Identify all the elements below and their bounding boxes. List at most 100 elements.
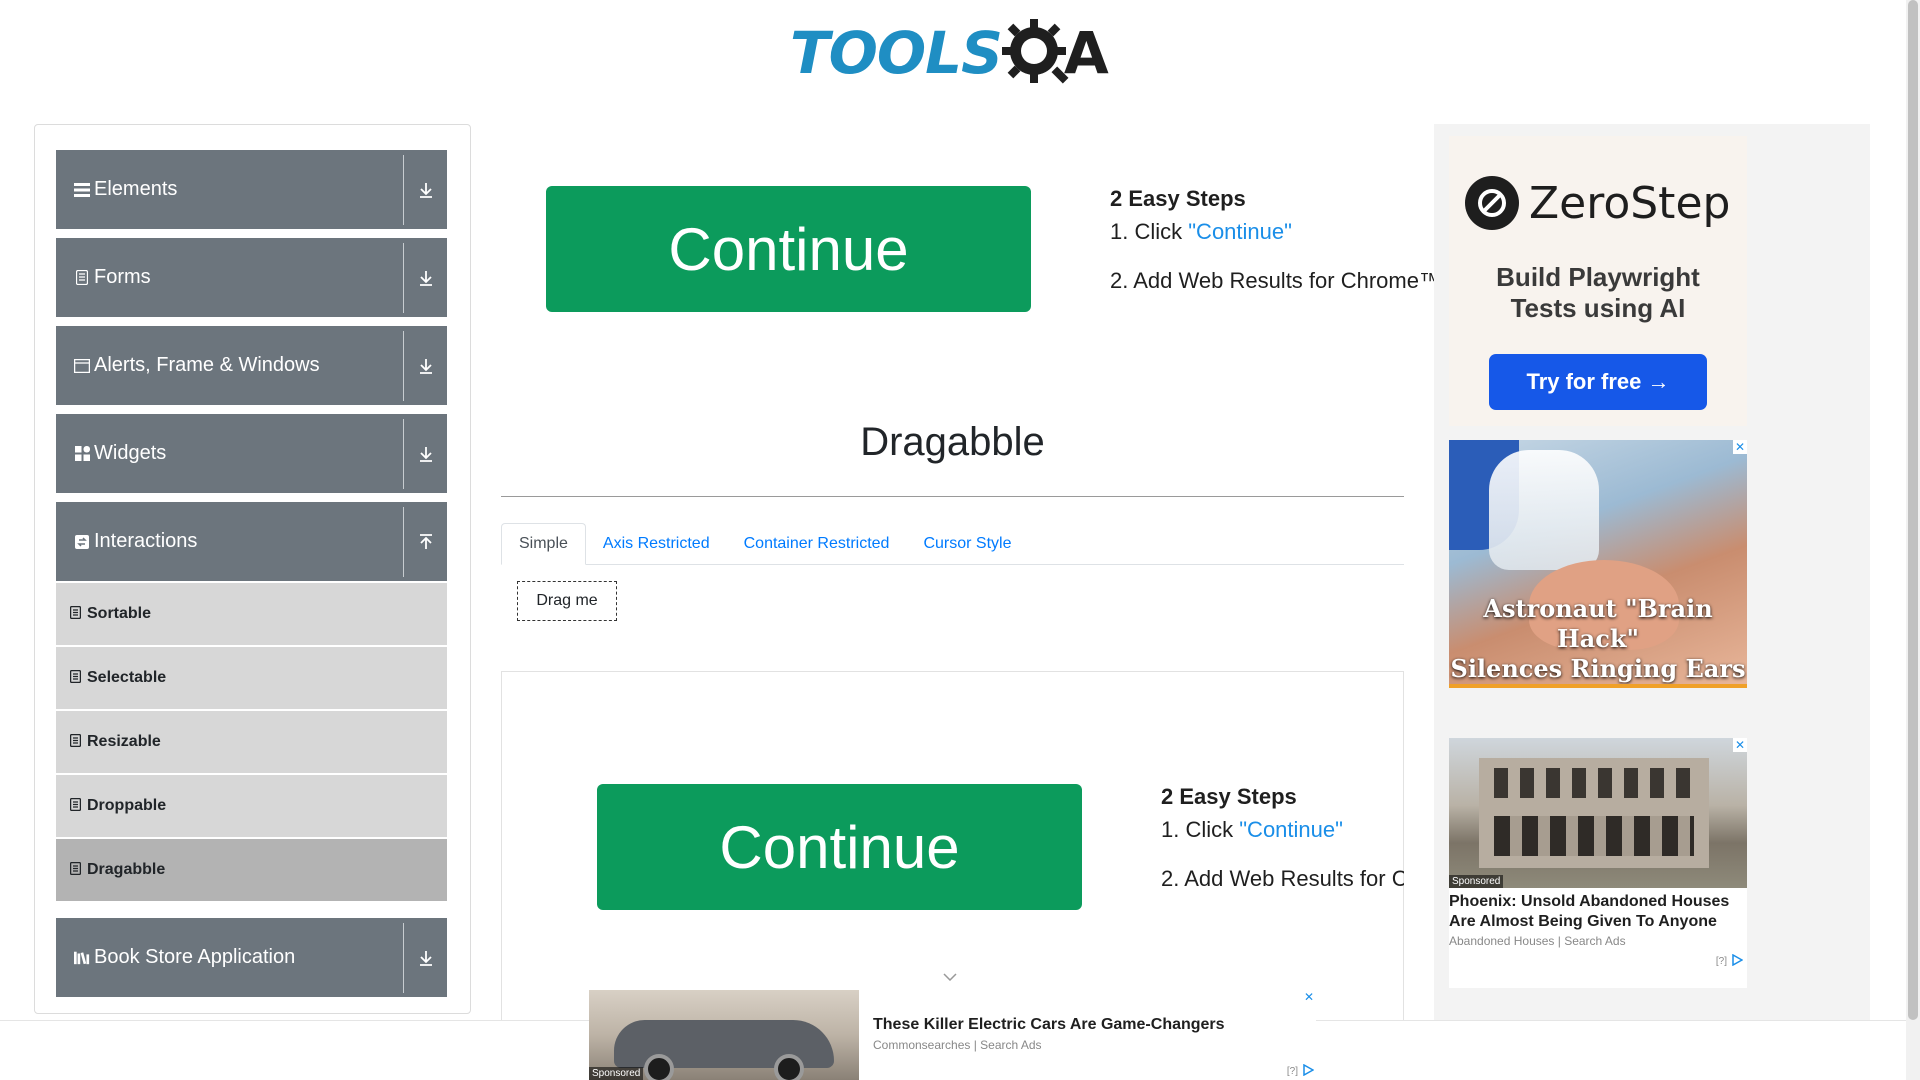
adchoices-label: [?]: [1286, 1066, 1298, 1077]
sidebar-item-label: Droppable: [87, 797, 167, 814]
ad-source: Commonsearches | Search Ads: [873, 1038, 1042, 1052]
ad-headline[interactable]: Phoenix: Unsold Abandoned Houses Are Alm…: [1449, 892, 1747, 932]
zerostep-logo: ZeroStep: [1465, 176, 1730, 230]
expand-down-icon[interactable]: [404, 446, 447, 462]
tab-axis-restricted[interactable]: Axis Restricted: [586, 523, 727, 565]
sidebar-group-label: Widgets: [94, 442, 167, 464]
adchoices[interactable]: [?]: [1715, 953, 1744, 969]
ad-step-1-text: 1. Click: [1110, 219, 1189, 244]
ad-continue-link[interactable]: "Continue": [1188, 219, 1292, 244]
sidebar-group-widgets[interactable]: Widgets: [56, 414, 447, 493]
divider: [403, 242, 404, 313]
adchoices-icon: [1731, 953, 1744, 969]
ad-steps: 2 Easy Steps 1. Click "Continue" 2. Add …: [1110, 186, 1441, 294]
ad-steps-title: 2 Easy Steps: [1110, 186, 1246, 211]
car-wheel: [644, 1054, 674, 1080]
sidebar-group-forms[interactable]: Forms: [56, 238, 447, 317]
window-icon: [74, 358, 90, 374]
ad-image-car: Sponsored: [589, 990, 859, 1080]
electric-cars-ad[interactable]: Sponsored These Killer Electric Cars Are…: [589, 990, 1316, 1080]
list-icon: [69, 669, 82, 686]
zerostep-tagline-1: Build Playwright: [1496, 262, 1700, 292]
divider: [403, 154, 404, 225]
divider: [403, 418, 404, 489]
divider: [403, 330, 404, 401]
sidebar-item-sortable[interactable]: Sortable: [56, 583, 447, 645]
brain-hack-ad[interactable]: Astronaut "Brain Hack" Silences Ringing …: [1449, 440, 1747, 688]
scrollbar-thumb[interactable]: [1908, 0, 1918, 1020]
expand-down-icon[interactable]: [404, 950, 447, 966]
adchoices-label: [?]: [1715, 956, 1727, 967]
close-icon[interactable]: ✕: [1733, 738, 1747, 752]
tab-bar: Simple Axis Restricted Container Restric…: [501, 523, 1404, 565]
car-wheel: [774, 1054, 804, 1080]
expand-down-icon[interactable]: [404, 358, 447, 374]
document-icon: [74, 270, 90, 286]
interactions-icon: [74, 534, 90, 550]
sidebar-item-label: Selectable: [87, 669, 167, 686]
chevron-down-icon[interactable]: [943, 968, 957, 984]
ad-step-2: 2. Add Web Results for Chrome™: [1110, 268, 1441, 293]
sidebar-group-label: Interactions: [94, 530, 198, 552]
toolsqa-logo[interactable]: TOOLS A: [790, 14, 1120, 92]
sidebar-group-label: Elements: [94, 178, 178, 200]
ad-continue-button[interactable]: Continue: [597, 784, 1082, 910]
sidebar-item-label: Sortable: [87, 605, 152, 622]
ad-step-1: 1. Click "Continue": [1110, 219, 1441, 245]
tab-container-restricted[interactable]: Container Restricted: [727, 523, 907, 565]
sidebar-group-label: Forms: [94, 266, 151, 288]
ad-continue-button[interactable]: Continue: [546, 186, 1031, 312]
adchoices[interactable]: [?]: [1286, 1063, 1315, 1079]
sponsored-badge: Sponsored: [589, 1067, 644, 1080]
ad-caption: Astronaut "Brain Hack" Silences Ringing …: [1449, 594, 1747, 684]
hamburger-icon: [74, 182, 90, 198]
list-icon: [69, 861, 82, 878]
sidebar-item-resizable[interactable]: Resizable: [56, 711, 447, 773]
zerostep-ad[interactable]: ZeroStep Build Playwright Tests using AI…: [1449, 136, 1747, 426]
ad-headline[interactable]: These Killer Electric Cars Are Game-Chan…: [873, 1016, 1225, 1034]
divider: [501, 496, 1404, 497]
sidebar-group-elements[interactable]: Elements: [56, 150, 447, 229]
ad-steps: 2 Easy Steps 1. Click "Continue" 2. Add …: [1161, 784, 1404, 892]
books-icon: [74, 950, 90, 966]
ad-caption-line-1: Astronaut "Brain Hack": [1483, 594, 1713, 653]
house-lower-windows: [1494, 816, 1694, 856]
adchoices-icon: [1302, 1063, 1315, 1079]
list-icon: [69, 733, 82, 750]
collapse-up-icon[interactable]: [404, 533, 447, 550]
tab-cursor-style[interactable]: Cursor Style: [906, 523, 1028, 565]
sidebar-item-selectable[interactable]: Selectable: [56, 647, 447, 709]
sidebar-item-dragabble[interactable]: Dragabble: [56, 839, 447, 901]
list-icon: [69, 605, 82, 622]
ad-accent-bar: [1449, 684, 1747, 688]
ad-image-house: Sponsored ✕: [1449, 738, 1747, 888]
try-for-free-button[interactable]: Try for free →: [1489, 354, 1707, 410]
gear-icon: [1000, 17, 1072, 89]
close-icon[interactable]: ✕: [1733, 440, 1747, 454]
zerostep-brand: ZeroStep: [1529, 177, 1731, 229]
zerostep-logo-icon: [1465, 176, 1519, 230]
sidebar-group-book-store[interactable]: Book Store Application: [56, 918, 447, 997]
abandoned-houses-ad[interactable]: Sponsored ✕ Phoenix: Unsold Abandoned Ho…: [1449, 738, 1747, 988]
ad-continue-link[interactable]: "Continue": [1239, 817, 1343, 842]
page-scrollbar[interactable]: [1906, 0, 1920, 1080]
left-panel: Elements Forms Alerts, Frame & Windows W…: [34, 124, 471, 1014]
close-icon[interactable]: ✕: [1302, 990, 1316, 1004]
expand-down-icon[interactable]: [404, 182, 447, 198]
tab-simple[interactable]: Simple: [501, 523, 586, 565]
house-upper-windows: [1494, 768, 1694, 798]
grid-icon: [74, 446, 90, 462]
expand-down-icon[interactable]: [404, 270, 447, 286]
divider: [403, 506, 404, 577]
sidebar-item-label: Resizable: [87, 733, 161, 750]
zerostep-tagline: Build Playwright Tests using AI: [1449, 262, 1747, 324]
ad-step-2: 2. Add Web Results for Chrom: [1161, 866, 1404, 891]
sidebar-item-droppable[interactable]: Droppable: [56, 775, 447, 837]
ad-image-dropper: [1489, 450, 1599, 570]
ad-steps-title: 2 Easy Steps: [1161, 784, 1297, 809]
sidebar-group-interactions[interactable]: Interactions: [56, 502, 447, 581]
zerostep-tagline-2: Tests using AI: [1510, 293, 1686, 323]
sidebar-group-alerts[interactable]: Alerts, Frame & Windows: [56, 326, 447, 405]
ad-caption-line-2: Silences Ringing Ears: [1450, 654, 1746, 683]
drag-me-box[interactable]: Drag me: [517, 581, 617, 621]
